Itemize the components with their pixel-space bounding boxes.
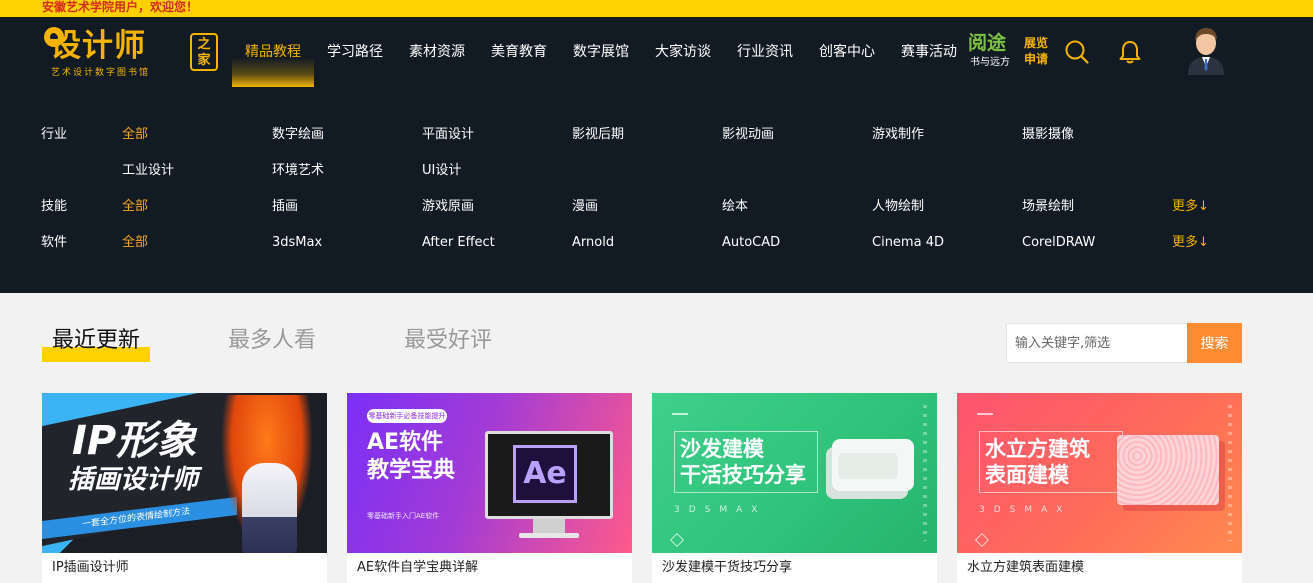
software-option[interactable]: 3dsMax (272, 235, 322, 251)
nav-item-interviews[interactable]: 大家访谈 (642, 17, 724, 87)
nav-item-digital-exhibition[interactable]: 数字展馆 (560, 17, 642, 87)
course-title[interactable]: IP插画设计师 (52, 559, 129, 576)
exhibition-promo[interactable]: 阅途 书与远方 展览申请 (968, 31, 1058, 75)
skill-option[interactable]: 人物绘制 (872, 199, 924, 215)
course-title[interactable]: 沙发建模干货技巧分享 (662, 559, 792, 576)
software-option[interactable]: After Effect (422, 235, 495, 251)
thumb-subheadline: 教学宝典 (367, 458, 456, 483)
search-icon[interactable] (1064, 39, 1090, 65)
tab-top-rated[interactable]: 最受好评 (404, 322, 492, 362)
skill-label: 技能 (41, 199, 68, 214)
welcome-bar: 安徽艺术学院用户，欢迎您！ (0, 0, 1313, 17)
nav-item-aesthetic-education[interactable]: 美育教育 (478, 17, 560, 87)
industry-option[interactable]: 工业设计 (122, 163, 174, 179)
tab-recent[interactable]: 最近更新 (42, 322, 151, 362)
cube-icon (974, 532, 990, 548)
thumb-subheadline: 插画设计师 (68, 465, 199, 495)
logo-box-text: 之家 (190, 33, 218, 71)
thumb-headline: IP形象 (72, 418, 197, 464)
software-more-link[interactable]: 更多↓ (1172, 235, 1209, 251)
course-thumbnail[interactable]: 沙发建模 干活技巧分享 3DSMAX (652, 393, 937, 553)
tab-most-viewed[interactable]: 最多人看 (228, 322, 316, 362)
software-option[interactable]: Arnold (572, 235, 614, 251)
software-option-all[interactable]: 全部 (122, 235, 148, 251)
industry-label: 行业 (41, 127, 68, 142)
welcome-text: 安徽艺术学院用户，欢迎您！ (42, 0, 199, 14)
thumb-headline: AE软件 (367, 430, 444, 455)
thumb-headline: 水立方建筑 (985, 437, 1090, 461)
logo-main-text: 设计师 (50, 28, 146, 64)
bell-icon[interactable] (1117, 39, 1143, 65)
software-option[interactable]: CorelDRAW (1022, 235, 1095, 251)
thumb-software-label: 3DSMAX (979, 505, 1072, 515)
thumb-pill: 零基础新手必备技能提升 (367, 409, 447, 423)
industry-option[interactable]: 影视动画 (722, 127, 774, 143)
software-option[interactable]: Cinema 4D (872, 235, 944, 251)
nav-item-resources[interactable]: 素材资源 (396, 17, 478, 87)
promo-subtitle: 书与远方 (970, 57, 1010, 68)
nav-item-industry-news[interactable]: 行业资讯 (724, 17, 806, 87)
industry-option-all[interactable]: 全部 (122, 127, 148, 143)
thumb-software-label: 3DSMAX (674, 505, 767, 515)
skill-option[interactable]: 绘本 (722, 199, 748, 215)
search-button[interactable]: 搜索 (1187, 323, 1242, 363)
industry-option[interactable]: UI设计 (422, 163, 461, 179)
skill-option[interactable]: 场景绘制 (1022, 199, 1074, 215)
nav-item-maker-center[interactable]: 创客中心 (806, 17, 888, 87)
skill-option[interactable]: 漫画 (572, 199, 598, 215)
industry-option[interactable]: 摄影摄像 (1022, 127, 1074, 143)
course-thumbnail[interactable]: 零基础新手必备技能提升 AE软件 教学宝典 零基础新手入门AE软件 Ae (347, 393, 632, 553)
course-card[interactable]: 水立方建筑 表面建模 3DSMAX 水立方建筑表面建模 (957, 393, 1242, 583)
sofa-illustration (832, 439, 914, 491)
logo-sub-text: 艺术设计数字图书馆 (51, 68, 151, 78)
thumb-headline: 沙发建模 (680, 437, 764, 461)
after-effects-icon: Ae (513, 445, 577, 503)
filter-search: 搜索 (1006, 323, 1242, 363)
industry-option[interactable]: 环境艺术 (272, 163, 324, 179)
category-filter-panel: 行业 全部 数字绘画 平面设计 影视后期 影视动画 游戏制作 摄影摄像 工业设计… (0, 87, 1313, 293)
thumb-footnote: 零基础新手入门AE软件 (367, 512, 440, 520)
water-cube-illustration (1117, 435, 1219, 505)
site-header: 设计师 之家 艺术设计数字图书馆 精品教程 学习路径 素材资源 美育教育 数字展… (0, 17, 1313, 87)
industry-option[interactable]: 平面设计 (422, 127, 474, 143)
nav-item-tutorials[interactable]: 精品教程 (232, 17, 314, 87)
course-card[interactable]: 沙发建模 干活技巧分享 3DSMAX 沙发建模干货技巧分享 (652, 393, 937, 583)
thumb-subheadline: 干活技巧分享 (680, 463, 806, 487)
thumb-subheadline: 表面建模 (985, 463, 1069, 487)
skill-more-link[interactable]: 更多↓ (1172, 199, 1209, 215)
skill-option-all[interactable]: 全部 (122, 199, 148, 215)
nav-item-learning-path[interactable]: 学习路径 (314, 17, 396, 87)
user-avatar[interactable] (1184, 23, 1228, 75)
course-thumbnail[interactable]: 水立方建筑 表面建模 3DSMAX (957, 393, 1242, 553)
industry-option[interactable]: 数字绘画 (272, 127, 324, 143)
site-logo[interactable]: 设计师 之家 艺术设计数字图书馆 (44, 27, 224, 83)
skill-option[interactable]: 插画 (272, 199, 298, 215)
nav-item-competitions[interactable]: 赛事活动 (888, 17, 970, 87)
software-label: 软件 (41, 235, 68, 250)
search-input[interactable] (1007, 324, 1187, 362)
promo-title: 阅途 (968, 32, 1007, 54)
industry-option[interactable]: 影视后期 (572, 127, 624, 143)
course-title[interactable]: AE软件自学宝典详解 (357, 559, 478, 576)
course-title[interactable]: 水立方建筑表面建模 (967, 559, 1084, 576)
course-card[interactable]: 零基础新手必备技能提升 AE软件 教学宝典 零基础新手入门AE软件 Ae AE软… (347, 393, 632, 583)
software-option[interactable]: AutoCAD (722, 235, 780, 251)
cube-icon (669, 532, 685, 548)
course-card[interactable]: IP形象 插画设计师 一套全方位的表情绘制方法 IP插画设计师 (42, 393, 327, 583)
promo-apply-label: 展览申请 (1024, 36, 1049, 66)
skill-option[interactable]: 游戏原画 (422, 199, 474, 215)
industry-option[interactable]: 游戏制作 (872, 127, 924, 143)
course-thumbnail[interactable]: IP形象 插画设计师 一套全方位的表情绘制方法 (42, 393, 327, 553)
